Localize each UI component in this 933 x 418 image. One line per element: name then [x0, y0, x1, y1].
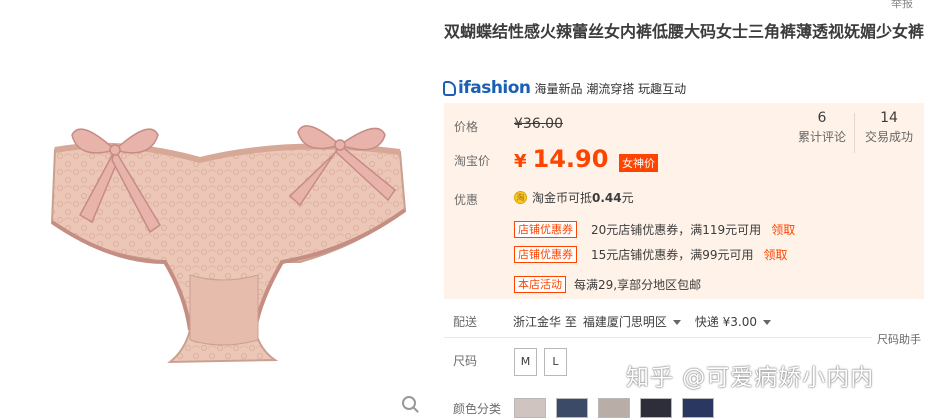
divider	[444, 337, 872, 338]
brand-tags: 海量新品 潮流穿搭 玩趣互动	[534, 81, 687, 96]
shipping-method: 快递 ¥3.00	[694, 315, 758, 329]
taobao-price-label: 淘宝价	[454, 154, 491, 168]
claim-coupon-link[interactable]: 领取	[771, 221, 795, 238]
color-swatch[interactable]	[514, 398, 546, 418]
shipping-label: 配送	[453, 315, 478, 329]
review-count-label: 累计评论	[797, 130, 846, 144]
sales-count-label: 交易成功	[864, 130, 913, 144]
zoom-icon[interactable]	[402, 396, 416, 410]
taobao-coin-row: 淘 淘金币可抵 0.44 元	[514, 189, 634, 206]
size-label: 尺码	[453, 354, 478, 368]
current-price: ¥14.90	[514, 145, 608, 173]
shop-activity-row: 本店活动 每满29,享部分地区包邮	[514, 276, 701, 293]
promo-label: 优惠	[454, 193, 479, 207]
ship-destination-select[interactable]: 福建厦门思明区	[583, 313, 681, 330]
current-price-value: 14.90	[532, 145, 609, 173]
size-helper-link[interactable]: 尺码助手	[877, 331, 921, 347]
color-swatch[interactable]	[598, 398, 630, 418]
product-title: 双蝴蝶结性感火辣蕾丝女内裤低腰大码女士三角裤薄透视妩媚少女裤	[444, 22, 925, 41]
chevron-down-icon	[672, 320, 681, 325]
shop-activity-text: 每满29,享部分地区包邮	[574, 278, 702, 292]
stat-divider	[854, 113, 855, 153]
ifashion-icon	[443, 80, 456, 96]
coupon-row: 店铺优惠券 20元店铺优惠券，满119元可用 领取	[514, 221, 795, 238]
goddess-price-badge: 女神价	[619, 154, 658, 172]
price-box: 价格 ¥36.00 淘宝价 ¥14.90 女神价 6 累计评论 14 交易成功 …	[444, 103, 924, 299]
review-count-number: 6	[817, 110, 827, 126]
coupon-row: 店铺优惠券 15元店铺优惠券，满99元可用 领取	[514, 246, 788, 263]
coin-unit: 元	[621, 191, 634, 205]
product-image[interactable]	[0, 0, 436, 411]
shop-coupon-tag: 店铺优惠券	[514, 221, 577, 238]
coupon-text: 15元店铺优惠券，满99元可用	[591, 248, 754, 262]
review-count[interactable]: 6 累计评论	[792, 110, 852, 145]
sales-count-number: 14	[880, 110, 898, 126]
sales-count[interactable]: 14 交易成功	[858, 110, 920, 145]
coupon-text: 20元店铺优惠券，满119元可用	[591, 223, 762, 237]
ship-destination: 福建厦门思明区	[582, 315, 667, 329]
shipping-method-select[interactable]: 快递 ¥3.00	[694, 313, 772, 330]
price-label: 价格	[454, 120, 479, 134]
color-label: 颜色分类	[453, 402, 502, 416]
shop-coupon-tag: 店铺优惠券	[514, 246, 577, 263]
taobao-coin-icon: 淘	[514, 191, 527, 204]
product-image-panel	[0, 0, 436, 411]
report-link[interactable]: 举报	[891, 0, 913, 11]
size-option[interactable]: L	[544, 348, 567, 376]
size-option[interactable]: M	[514, 348, 537, 376]
ifashion-logo[interactable]: ifashion	[443, 78, 531, 98]
color-swatch[interactable]	[682, 398, 714, 418]
watermark: 知乎 @可爱病娇小内内	[626, 365, 875, 391]
chevron-down-icon	[763, 320, 772, 325]
coin-text: 淘金币可抵	[532, 191, 593, 205]
shipping-row: 浙江金华 至 福建厦门思明区 快递 ¥3.00	[513, 313, 772, 330]
original-price: ¥36.00	[514, 116, 563, 132]
ship-from: 浙江金华 至	[513, 315, 577, 329]
brand-logo-text: ifashion	[458, 78, 531, 98]
coin-amount: 0.44	[592, 190, 622, 205]
claim-coupon-link[interactable]: 领取	[764, 246, 788, 263]
color-swatch[interactable]	[640, 398, 672, 418]
shop-activity-tag: 本店活动	[514, 276, 566, 293]
currency-symbol: ¥	[514, 151, 527, 172]
brand-row: ifashion 海量新品 潮流穿搭 玩趣互动	[443, 77, 686, 99]
color-swatch[interactable]	[556, 398, 588, 418]
